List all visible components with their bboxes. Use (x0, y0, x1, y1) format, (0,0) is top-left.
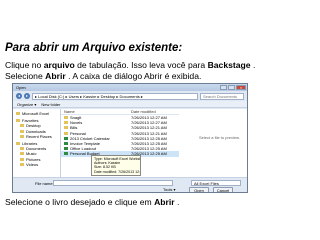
nav-item-label: Recent Places (26, 133, 52, 139)
close-icon[interactable]: × (236, 85, 246, 90)
excel-file-icon (64, 141, 68, 145)
text-segment: Selecione o livro desejado e clique em (5, 197, 155, 207)
file-list[interactable]: Name Date modified Snagit 7/26/2013 12:27… (61, 109, 179, 179)
intro-paragraph: Clique no arquivo de tabulação. Isso lev… (5, 60, 255, 81)
column-date-modified[interactable]: Date modified (131, 109, 156, 114)
open-dialog: Open × ◂ ▸ ▸ Local Disk (C:) ▸ Users ▸ K… (12, 83, 248, 193)
address-bar-row: ◂ ▸ ▸ Local Disk (C:) ▸ Users ▸ Kassim ▸… (13, 91, 247, 101)
nav-item[interactable]: Videos (13, 162, 60, 167)
outro-paragraph: Selecione o livro desejado e clique em A… (5, 197, 179, 207)
folder-icon (20, 124, 24, 128)
column-name[interactable]: Name (61, 109, 131, 114)
maximize-icon[interactable] (228, 85, 235, 90)
folder-icon (64, 126, 68, 130)
text-segment: Selecione (5, 70, 46, 81)
folder-icon (16, 119, 20, 123)
file-name-input[interactable] (53, 180, 173, 186)
folder-icon (20, 152, 24, 156)
folder-icon (20, 134, 24, 138)
folder-icon (20, 129, 24, 133)
file-name-label: File name: (35, 181, 54, 186)
minimize-icon[interactable] (220, 85, 227, 90)
preview-text: Select a file to preview. (199, 135, 240, 140)
folder-icon (16, 142, 20, 146)
folder-icon (64, 116, 68, 119)
forward-icon[interactable]: ▸ (24, 93, 30, 99)
dialog-title: Open (16, 85, 26, 90)
folder-icon (16, 112, 20, 115)
intro-line-2: Selecione Abrir . A caixa de diálogo Abr… (5, 71, 255, 82)
text-segment: de tabulação. Isso leva você para (74, 60, 208, 70)
file-type-select[interactable]: All Excel Files (191, 180, 241, 186)
address-bar[interactable]: ▸ Local Disk (C:) ▸ Users ▸ Kassim ▸ Des… (32, 92, 198, 100)
page-title: Para abrir um Arquivo existente: (5, 42, 183, 54)
intro-line-1: Clique no arquivo de tabulação. Isso lev… (5, 60, 255, 71)
search-input[interactable]: Search Documents (200, 92, 244, 100)
tools-menu[interactable]: Tools ▾ (163, 187, 175, 192)
excel-file-icon (64, 136, 68, 140)
cancel-button[interactable]: Cancel (213, 187, 233, 192)
bold-term: Backstage (207, 60, 251, 70)
folder-icon (20, 162, 24, 166)
dialog-body: Microsoft Excel Favorites Desktop Downloads… (13, 109, 247, 179)
file-tooltip: Type: Microsoft Excel WorksheetAuthors: … (91, 155, 141, 176)
dialog-titlebar: Open × (13, 84, 247, 91)
bold-term: Abrir (45, 70, 66, 81)
excel-file-icon (64, 152, 68, 156)
navigation-pane[interactable]: Microsoft Excel Favorites Desktop Downloads… (13, 109, 61, 179)
new-folder-button[interactable]: New folder (41, 101, 60, 107)
folder-icon (20, 147, 24, 151)
folder-icon (64, 121, 68, 125)
folder-icon (20, 157, 24, 161)
back-icon[interactable]: ◂ (16, 93, 22, 99)
text-segment: . (174, 197, 180, 207)
nav-item-label: Videos (26, 161, 39, 167)
preview-pane: Select a file to preview. (179, 109, 247, 179)
dialog-toolbar: Organize ▾ New folder (13, 101, 247, 108)
dialog-footer: File name: All Excel Files Tools ▾ Open … (13, 177, 247, 192)
text-segment: Clique no (5, 60, 44, 70)
excel-file-icon (64, 147, 68, 151)
bold-term: Abrir (154, 197, 175, 207)
organize-button[interactable]: Organize ▾ (17, 101, 36, 107)
bold-term: arquivo (43, 60, 75, 70)
folder-icon (64, 131, 68, 135)
text-segment: . (250, 60, 256, 70)
tooltip-line: Date modified: 7/26/2013 12:25 AM (94, 169, 140, 174)
nav-item-label: Microsoft Excel (22, 111, 50, 116)
text-segment: . A caixa de diálogo Abrir é exibida. (65, 70, 202, 81)
open-button[interactable]: Open (189, 187, 209, 192)
